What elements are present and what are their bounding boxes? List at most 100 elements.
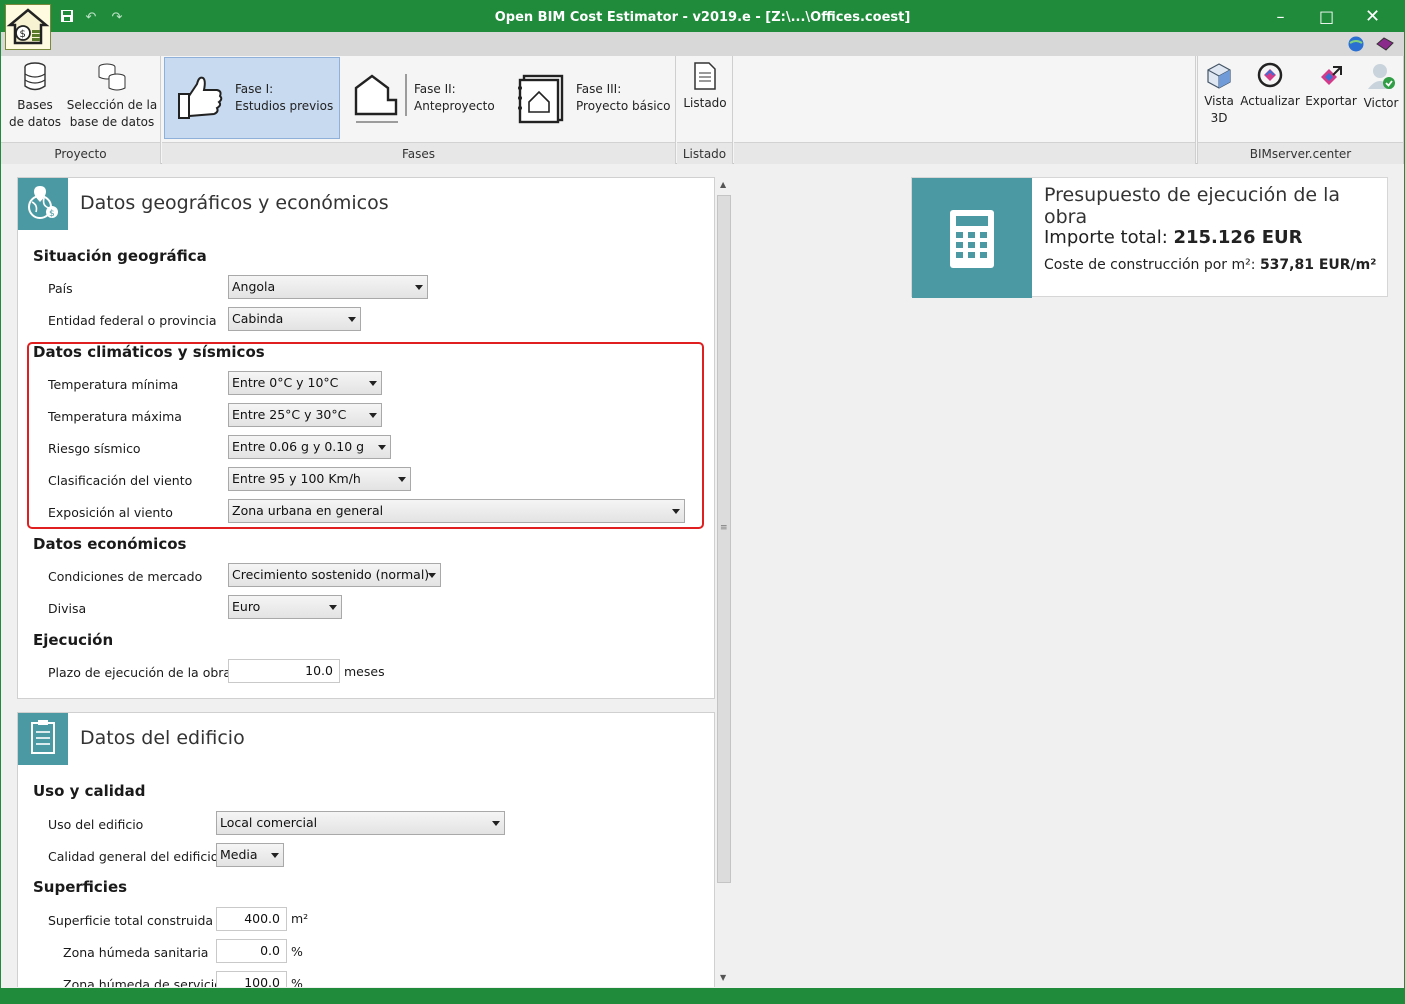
- scroll-up-icon[interactable]: ▲: [720, 180, 726, 189]
- card-edificio-header: Datos del edificio: [18, 713, 714, 765]
- title-bar: Open BIM Cost Estimator - v2019.e - [Z:\…: [0, 0, 1405, 36]
- save-icon[interactable]: [58, 9, 76, 27]
- clipboard-icon: [18, 713, 68, 765]
- window-title: Open BIM Cost Estimator - v2019.e - [Z:\…: [494, 10, 911, 25]
- menu-strip: [1, 32, 1404, 56]
- humeda-sanit-input[interactable]: 0.0: [216, 939, 287, 963]
- bases-label-1: Bases: [17, 98, 53, 112]
- card-geo-title: Datos geográficos y económicos: [80, 192, 389, 214]
- database-stack-icon: [98, 63, 126, 91]
- divisa-select[interactable]: Euro: [228, 595, 342, 619]
- tmax-value: Entre 25°C y 30°C: [232, 407, 347, 422]
- plazo-unit: meses: [344, 664, 385, 679]
- fase2-label-1: Fase II:: [414, 82, 456, 96]
- chevron-down-icon: [492, 821, 500, 826]
- refresh-icon: [1257, 62, 1283, 88]
- blueprint-notebook-icon: [518, 74, 564, 124]
- budget-panel: Presupuesto de ejecución de la obra Impo…: [911, 177, 1388, 298]
- scrollbar-thumb[interactable]: [717, 195, 731, 883]
- ribbon-group-bimserver: Vista 3D Actualizar Exportar Victor BIMs…: [1197, 56, 1404, 164]
- house-outline-icon: [354, 74, 407, 123]
- chevron-down-icon: [369, 413, 377, 418]
- fase3-label-1: Fase III:: [576, 82, 622, 96]
- exposicion-value: Zona urbana en general: [232, 503, 384, 518]
- minimize-button[interactable]: –: [1258, 0, 1303, 34]
- seleccion-base-datos-button[interactable]: Selección de la base de datos: [65, 58, 159, 131]
- chevron-down-icon: [672, 509, 680, 514]
- plazo-input[interactable]: 10.0: [228, 659, 340, 683]
- bases-de-datos-button[interactable]: Bases de datos: [5, 58, 65, 131]
- humeda-serv-input[interactable]: 100.0: [216, 971, 287, 987]
- uso-select[interactable]: Local comercial: [216, 811, 505, 835]
- mercado-label: Condiciones de mercado: [48, 569, 203, 584]
- database-icon: [24, 62, 46, 91]
- pais-value: Angola: [232, 279, 276, 294]
- tmin-select[interactable]: Entre 0°C y 10°C: [228, 371, 382, 395]
- section-uso-calidad: Uso y calidad: [33, 782, 146, 800]
- vista-label-1: Vista: [1204, 94, 1234, 108]
- seleccion-label-2: base de datos: [69, 115, 155, 129]
- group-label-bimserver: BIMserver.center: [1198, 142, 1403, 164]
- user-avatar-icon: [1368, 64, 1395, 89]
- pais-select[interactable]: Angola: [228, 275, 428, 299]
- scroll-down-icon[interactable]: ▼: [720, 973, 726, 982]
- tmin-label: Temperatura mínima: [48, 377, 179, 392]
- calidad-select[interactable]: Media: [216, 843, 284, 867]
- mercado-select[interactable]: Crecimiento sostenido (normal): [228, 563, 441, 587]
- viento-select[interactable]: Entre 95 y 100 Km/h: [228, 467, 411, 491]
- chevron-down-icon: [428, 573, 436, 578]
- calculator-icon: [912, 178, 1032, 298]
- viento-label: Clasificación del viento: [48, 473, 193, 488]
- exportar-button[interactable]: Exportar: [1302, 58, 1360, 110]
- user-account-button[interactable]: Victor: [1360, 58, 1402, 112]
- vertical-scrollbar[interactable]: ▲ ≡ ▼: [716, 177, 732, 987]
- thumbs-up-icon: [178, 76, 223, 119]
- redo-icon[interactable]: ↷: [108, 9, 126, 27]
- humeda-serv-unit: %: [291, 976, 303, 987]
- tmax-select[interactable]: Entre 25°C y 30°C: [228, 403, 382, 427]
- help-globe-icon[interactable]: [1347, 35, 1365, 53]
- fase-1-button[interactable]: Fase I: Estudios previos: [164, 57, 340, 139]
- section-ejecucion: Ejecución: [33, 631, 114, 649]
- actualizar-button[interactable]: Actualizar: [1240, 58, 1300, 110]
- chevron-down-icon: [398, 477, 406, 482]
- exposicion-select[interactable]: Zona urbana en general: [228, 499, 685, 523]
- riesgo-select[interactable]: Entre 0.06 g y 0.10 g: [228, 435, 391, 459]
- viento-value: Entre 95 y 100 Km/h: [232, 471, 361, 486]
- card-edificio: Datos del edificio Uso y calidad Uso del…: [17, 712, 715, 987]
- svg-text:$: $: [20, 29, 26, 40]
- budget-total: Importe total: 215.126 EUR: [1044, 227, 1303, 248]
- tmax-label: Temperatura máxima: [48, 409, 182, 424]
- humeda-sanit-unit: %: [291, 944, 303, 959]
- app-window: Open BIM Cost Estimator - v2019.e - [Z:\…: [0, 0, 1405, 1004]
- uso-value: Local comercial: [220, 815, 318, 830]
- section-climaticos: Datos climáticos y sísmicos: [33, 343, 265, 361]
- listado-button[interactable]: Listado: [679, 58, 731, 112]
- entidad-select[interactable]: Cabinda: [228, 307, 361, 331]
- card-geo-header: $ Datos geográficos y económicos: [18, 178, 714, 230]
- fase1-label-2: Estudios previos: [235, 99, 334, 113]
- svg-text:$: $: [49, 209, 55, 219]
- fase2-label-2: Anteproyecto: [414, 99, 495, 113]
- mercado-value: Crecimiento sostenido (normal): [232, 567, 430, 582]
- ribbon-spacer: [734, 56, 1196, 164]
- undo-icon[interactable]: ↶: [82, 9, 100, 27]
- close-button[interactable]: ✕: [1350, 0, 1395, 34]
- actualizar-label: Actualizar: [1240, 94, 1300, 108]
- maximize-button[interactable]: □: [1304, 0, 1349, 34]
- vista-3d-button[interactable]: Vista 3D: [1200, 58, 1238, 127]
- fase-3-button[interactable]: Fase III: Proyecto básico: [506, 57, 674, 139]
- ribbon-spacer-label: [734, 142, 1195, 164]
- humeda-sanit-label: Zona húmeda sanitaria: [63, 945, 209, 960]
- fase-2-button[interactable]: Fase II: Anteproyecto: [344, 57, 502, 139]
- app-logo-icon[interactable]: $: [5, 4, 51, 50]
- section-situacion: Situación geográfica: [33, 247, 207, 265]
- manual-book-icon[interactable]: [1375, 35, 1395, 53]
- section-superficies: Superficies: [33, 878, 128, 896]
- entidad-label: Entidad federal o provincia: [48, 313, 217, 328]
- exportar-label: Exportar: [1305, 94, 1357, 108]
- calidad-value: Media: [220, 847, 258, 862]
- budget-title: Presupuesto de ejecución de la obra: [1044, 184, 1341, 228]
- sup-total-input[interactable]: 400.0: [216, 907, 287, 931]
- cube-3d-icon: [1207, 63, 1231, 89]
